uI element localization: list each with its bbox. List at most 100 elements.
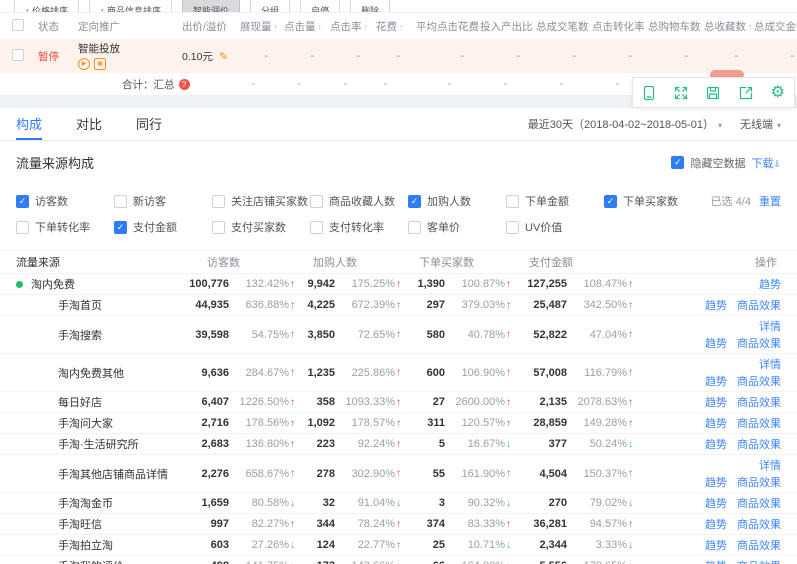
fullscreen-icon[interactable] [667,80,695,106]
action-link-趋势[interactable]: 趋势 [705,373,727,389]
settings-gear-icon[interactable]: ⚙ [764,80,792,106]
action-link-趋势[interactable]: 趋势 [705,516,727,532]
sort-arrow-icon[interactable]: ↑ [274,22,279,32]
action-link-趋势[interactable]: 趋势 [705,297,727,313]
reset-link[interactable]: 重置 [759,193,781,209]
action-link-趋势[interactable]: 趋势 [705,335,727,351]
action-link-趋势[interactable]: 趋势 [705,394,727,410]
help-icon[interactable]: ? [179,79,190,90]
edit-pencil-icon[interactable]: ✎ [219,51,228,63]
action-link-详情[interactable]: 详情 [759,356,781,372]
metric-option[interactable]: 下单转化率 [16,219,114,235]
sort-arrow-icon[interactable]: ↑ [318,22,323,32]
metric-checkbox[interactable] [506,221,519,234]
metric-cell: 25,487342.50%↑ [511,299,633,311]
toolbar-button[interactable]: 删除 [350,0,390,13]
column-header[interactable]: 展现量↑ [240,19,284,34]
action-link-趋势[interactable]: 趋势 [705,474,727,490]
action-link-趋势[interactable]: 趋势 [705,537,727,553]
chevron-down-icon: ▾ [718,121,722,130]
action-link-商品效果[interactable]: 商品效果 [737,394,781,410]
action-link-商品效果[interactable]: 商品效果 [737,516,781,532]
metric-value: 5 [439,438,445,450]
table-row: 手淘其他店铺商品详情2,276658.67%↑278302.90%↑55161.… [0,455,797,493]
action-link-趋势[interactable]: 趋势 [705,415,727,431]
toolbar-button[interactable]: ↑ 商品信息排序 [89,0,172,13]
column-header[interactable]: 花费↑ [376,19,416,34]
metric-option[interactable]: ✓访客数 [16,193,114,209]
action-link-商品效果[interactable]: 商品效果 [737,373,781,389]
tab-同行[interactable]: 同行 [136,108,162,140]
metric-option[interactable]: 支付转化率 [310,219,408,235]
metric-option[interactable]: 商品收藏人数 [310,193,408,209]
hide-empty-checkbox[interactable]: ✓ [671,156,684,169]
select-all-checkbox[interactable] [12,19,24,31]
toolbar-button[interactable]: 启停 [300,0,340,13]
column-header[interactable]: 总收藏数↑ [704,19,754,34]
metric-option[interactable]: ✓下单买家数 [604,193,702,209]
column-header[interactable]: 总成交金额↑ [754,19,797,34]
metric-cell: 22392.24%↑ [295,438,401,450]
metric-option[interactable]: 客单价 [408,219,506,235]
metric-option[interactable]: 新访客 [114,193,212,209]
action-link-商品效果[interactable]: 商品效果 [737,297,781,313]
metric-checkbox[interactable]: ✓ [16,195,29,208]
column-header[interactable]: 总购物车数↑ [648,19,704,34]
action-link-商品效果[interactable]: 商品效果 [737,436,781,452]
tab-构成[interactable]: 构成 [16,108,42,140]
metric-option[interactable]: ✓加购人数 [408,193,506,209]
toolbar-button[interactable]: 分组 [250,0,290,13]
campaign-name[interactable]: 智能投放 [78,43,182,56]
sort-arrow-icon[interactable]: ↑ [399,22,404,32]
action-link-商品效果[interactable]: 商品效果 [737,335,781,351]
column-header[interactable]: 投入产出比↑ [480,19,536,34]
device-selector[interactable]: 无线端▾ [740,116,781,132]
sort-arrow-icon[interactable]: ↑ [748,22,753,32]
metric-value: 603 [211,539,229,551]
action-link-商品效果[interactable]: 商品效果 [737,474,781,490]
action-link-商品效果[interactable]: 商品效果 [737,495,781,511]
metric-checkbox[interactable] [212,221,225,234]
date-range-selector[interactable]: 最近30天（2018-04-02~2018-05-01）▾ [528,116,722,132]
metric-checkbox[interactable]: ✓ [114,221,127,234]
metric-cell: 2,716178.56%↑ [189,417,295,429]
row-checkbox[interactable] [12,49,24,61]
sort-arrow-icon[interactable]: ↑ [364,22,369,32]
metric-percent: 342.50% [571,299,627,311]
toolbar-button[interactable]: 智能调价 [182,0,240,13]
metric-checkbox[interactable] [408,221,421,234]
metric-checkbox[interactable] [16,221,29,234]
column-header[interactable]: 平均点击花费↑ [416,19,480,34]
metric-option[interactable]: 支付买家数 [212,219,310,235]
share-icon[interactable] [732,80,760,106]
action-link-趋势[interactable]: 趋势 [705,558,727,564]
action-link-趋势[interactable]: 趋势 [705,436,727,452]
metric-checkbox[interactable]: ✓ [408,195,421,208]
metric-option[interactable]: 下单金额 [506,193,604,209]
column-header[interactable]: 点击量↑ [284,19,330,34]
action-link-商品效果[interactable]: 商品效果 [737,558,781,564]
action-link-趋势[interactable]: 趋势 [705,495,727,511]
action-link-趋势[interactable]: 趋势 [759,276,781,292]
metric-checkbox[interactable]: ✓ [604,195,617,208]
mobile-preview-icon[interactable] [635,80,663,106]
metric-option[interactable]: 关注店铺买家数 [212,193,310,209]
action-link-详情[interactable]: 详情 [759,318,781,334]
column-header[interactable]: 总成交笔数↑ [536,19,592,34]
metric-checkbox[interactable] [114,195,127,208]
action-link-商品效果[interactable]: 商品效果 [737,415,781,431]
column-header[interactable]: 点击转化率↑ [592,19,648,34]
tab-对比[interactable]: 对比 [76,108,102,140]
metric-checkbox[interactable] [310,221,323,234]
action-link-商品效果[interactable]: 商品效果 [737,537,781,553]
action-link-详情[interactable]: 详情 [759,457,781,473]
metric-checkbox[interactable] [212,195,225,208]
metric-option[interactable]: UV价值 [506,219,604,235]
metric-checkbox[interactable] [310,195,323,208]
save-icon[interactable] [699,80,727,106]
metric-option[interactable]: ✓支付金额 [114,219,212,235]
metric-checkbox[interactable] [506,195,519,208]
download-link[interactable]: 下载⇩ [751,155,781,171]
column-header[interactable]: 点击率↑ [330,19,376,34]
toolbar-button[interactable]: ↑ 价格排序 [14,0,79,13]
